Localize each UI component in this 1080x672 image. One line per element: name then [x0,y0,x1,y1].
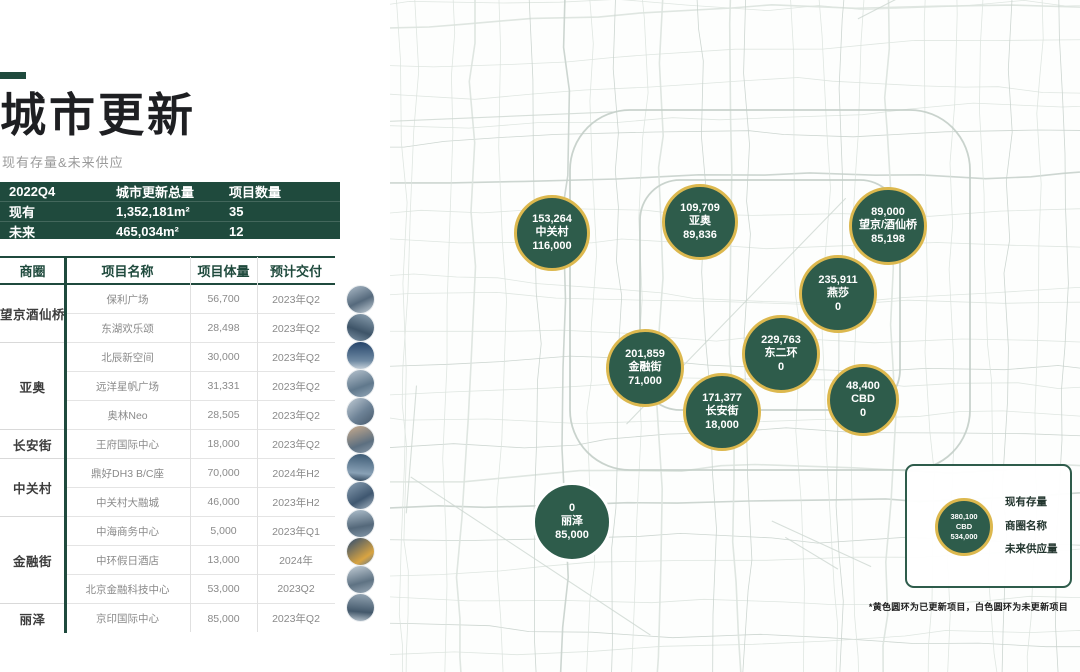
bubble-existing: 153,264 [532,213,572,226]
bubble-district: 金融街 [629,361,662,374]
bubble-district: 中关村 [536,226,569,239]
map-bubble-1: 153,264中关村116,000 [514,195,590,271]
legend-label-district: 商圈名称 [1005,518,1058,533]
bubble-future: 0 [778,361,784,374]
bubble-existing: 48,400 [846,380,880,393]
map-bubble-5: 229,763东二环0 [742,315,820,393]
bubble-future: 0 [835,301,841,314]
legend-sample-district: CBD [956,522,972,532]
bubble-district: 燕莎 [827,287,849,300]
bubble-existing: 171,377 [702,392,742,405]
legend-footnote: *黄色圆环为已更新项目，白色圆环为未更新项目 [869,600,1068,613]
bubble-future: 71,000 [628,375,662,388]
legend-labels: 现有存量 商圈名称 未来供应量 [1005,494,1058,556]
legend-sample-future: 534,000 [950,532,977,542]
map-bubble-3: 89,000望京/酒仙桥85,198 [849,187,927,265]
bubble-future: 85,198 [871,233,905,246]
map-bubble-8: 48,400CBD0 [827,364,899,436]
bubble-future: 89,836 [683,229,717,242]
legend-label-existing: 现有存量 [1005,494,1058,509]
bubble-district: 望京/酒仙桥 [859,219,917,232]
map-bubble-4: 235,911燕莎0 [799,255,877,333]
bubble-existing: 109,709 [680,202,720,215]
bubble-future: 0 [860,407,866,420]
bubble-existing: 201,859 [625,348,665,361]
bubble-existing: 235,911 [818,274,857,287]
legend-label-future: 未来供应量 [1005,541,1058,556]
report-slide: 城市更新 现有存量&未来供应 2022Q4 城市更新总量 项目数量 现有 1,3… [0,0,1080,672]
map-legend: 380,100 CBD 534,000 现有存量 商圈名称 未来供应量 [905,464,1072,588]
bubble-district: 丽泽 [561,515,583,528]
bubble-future: 116,000 [532,240,571,253]
map-bubble-7: 171,377长安街18,000 [683,373,761,451]
bubble-existing: 229,763 [761,334,801,347]
bubble-district: CBD [851,393,875,406]
bubble-existing: 0 [569,502,575,515]
map-bubble-2: 109,709亚奥89,836 [662,184,738,260]
bubble-district: 长安街 [706,405,739,418]
map-bubble-9: 0丽泽85,000 [532,482,612,562]
bubble-district: 亚奥 [689,215,711,228]
bubble-district: 东二环 [765,347,798,360]
bubble-future: 18,000 [705,419,739,432]
legend-sample-existing: 380,100 [950,512,977,522]
map-bubble-6: 201,859金融街71,000 [606,329,684,407]
legend-sample-bubble: 380,100 CBD 534,000 [935,498,993,556]
bubble-future: 85,000 [555,529,589,542]
bubble-existing: 89,000 [871,206,905,219]
